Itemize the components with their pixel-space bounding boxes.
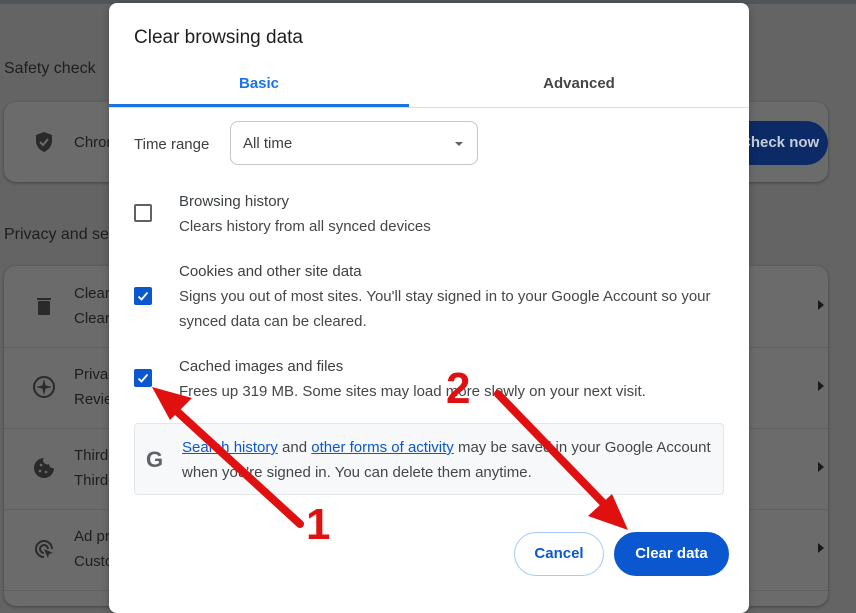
privacy-row-subtitle: Customize the info used by sites to show… — [74, 553, 110, 570]
info-text-and: and — [277, 439, 312, 456]
checkmark-icon — [137, 291, 149, 301]
time-range-select[interactable]: All time — [230, 121, 478, 165]
option-title: Cached images and files — [179, 358, 344, 375]
time-range-value: All time — [243, 135, 293, 152]
clear-data-button[interactable]: Clear data — [614, 532, 729, 576]
safety-check-text: Chrome helps keep you safe from data bre… — [74, 134, 114, 151]
option-title: Browsing history — [179, 193, 290, 210]
trash-icon — [37, 298, 51, 315]
tab-advanced[interactable]: Advanced — [429, 63, 729, 107]
search-history-link[interactable]: Search history — [182, 439, 278, 456]
tab-basic[interactable]: Basic — [109, 63, 409, 107]
chevron-right-icon — [818, 381, 824, 391]
compass-icon — [33, 376, 55, 398]
privacy-row-subtitle: Review key privacy and security controls — [74, 391, 110, 408]
cookie-icon — [34, 458, 54, 478]
privacy-row-subtitle: Third-party cookies are blocked in Incog… — [74, 472, 110, 489]
privacy-row-title: Clear browsing data — [74, 285, 110, 302]
cancel-button[interactable]: Cancel — [514, 532, 604, 576]
info-text: Search history and other forms of activi… — [182, 435, 717, 485]
checkmark-icon — [137, 373, 149, 383]
privacy-row-subtitle: Clear history, cookies, cache, and more — [74, 310, 110, 327]
option-description: Clears history from all synced devices — [179, 218, 431, 235]
chevron-right-icon — [818, 300, 824, 310]
cookies-checkbox[interactable] — [134, 287, 152, 305]
chevron-right-icon — [818, 462, 824, 472]
browsing-history-checkbox[interactable] — [134, 204, 152, 222]
option-title: Cookies and other site data — [179, 263, 362, 280]
dropdown-caret-icon — [455, 142, 463, 146]
time-range-label: Time range — [134, 136, 210, 153]
dialog-tabs: Basic Advanced — [109, 63, 749, 108]
ad-privacy-icon — [35, 540, 53, 558]
option-description: Signs you out of most sites. You'll stay… — [179, 288, 711, 330]
cached-images-checkbox[interactable] — [134, 369, 152, 387]
clear-browsing-data-dialog: Clear browsing data Basic Advanced Time … — [109, 3, 749, 613]
other-activity-link[interactable]: other forms of activity — [311, 439, 454, 456]
privacy-row-title: Ad privacy — [74, 528, 110, 545]
safety-check-heading: Safety check — [4, 60, 96, 77]
dialog-title: Clear browsing data — [134, 27, 303, 48]
chevron-right-icon — [818, 543, 824, 553]
google-g-icon: G — [146, 447, 164, 472]
privacy-row-title: Third-party cookies — [74, 447, 110, 464]
privacy-row-title: Privacy Guide — [74, 366, 110, 383]
shield-check-icon — [36, 132, 52, 152]
annotation-step-2: 2 — [446, 364, 471, 413]
google-activity-info: G Search history and other forms of acti… — [134, 423, 724, 495]
annotation-step-1: 1 — [306, 500, 331, 549]
